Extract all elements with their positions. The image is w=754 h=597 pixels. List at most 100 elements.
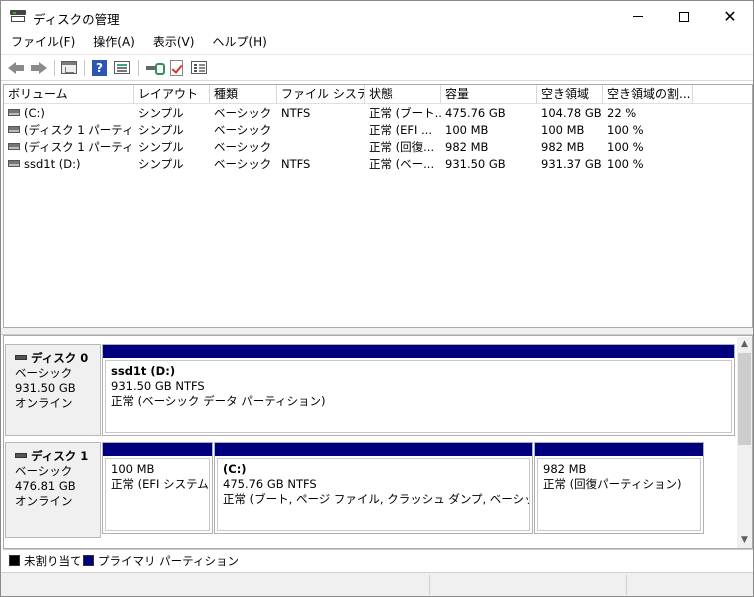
- cell-volume: (C:): [24, 106, 45, 120]
- close-button[interactable]: ✕: [707, 1, 753, 32]
- cell-layout: シンプル: [138, 157, 184, 171]
- partition-ssd1t-d[interactable]: ssd1t (D:) 931.50 GB NTFS 正常 (ベーシック データ …: [102, 344, 735, 436]
- column-header-type[interactable]: 種類: [210, 85, 277, 104]
- cell-filesystem: [277, 122, 365, 139]
- toolbar: ?: [1, 54, 753, 81]
- partition-recovery[interactable]: 982 MB 正常 (回復パーティション): [534, 442, 704, 534]
- column-header-free-space[interactable]: 空き領域: [537, 85, 603, 104]
- volume-list-header: ボリューム レイアウト 種類 ファイル システム 状態 容量 空き領域 空き領域…: [4, 85, 752, 104]
- console-tree-icon: [61, 61, 77, 74]
- show-console-tree-button[interactable]: [59, 59, 79, 77]
- cell-layout: シンプル: [138, 123, 184, 137]
- column-header-volume[interactable]: ボリューム: [4, 85, 134, 104]
- disk-view-scrollbar[interactable]: ▲ ▼: [737, 337, 752, 548]
- cell-filesystem: [277, 139, 365, 156]
- disk-0-label[interactable]: ディスク 0 ベーシック 931.50 GB オンライン: [5, 344, 101, 436]
- menu-help[interactable]: ヘルプ(H): [202, 32, 274, 53]
- disk-type: ベーシック: [15, 366, 73, 380]
- partition-status: 正常 (ブート, ページ ファイル, クラッシュ ダンプ, ベーシック データ …: [223, 492, 529, 506]
- partition-c[interactable]: (C:) 475.76 GB NTFS 正常 (ブート, ページ ファイル, ク…: [214, 442, 533, 534]
- disk-management-app-icon: [10, 10, 26, 23]
- disk-status: オンライン: [15, 494, 73, 508]
- partition-status: 正常 (回復パーティション): [543, 477, 682, 491]
- cell-capacity: 982 MB: [445, 140, 489, 154]
- partition-bar: [215, 443, 532, 456]
- cell-percent-free: 100 %: [607, 123, 644, 137]
- volume-icon: [8, 143, 20, 150]
- cell-volume: (ディスク 1 パーティシ...: [24, 140, 134, 154]
- back-button[interactable]: [7, 59, 27, 77]
- disk-name: ディスク 1: [31, 449, 89, 463]
- forward-button[interactable]: [29, 59, 49, 77]
- partition-size-fs: 475.76 GB NTFS: [223, 477, 317, 491]
- minimize-button[interactable]: [615, 1, 661, 32]
- legend-primary-partition: プライマリ パーティション: [83, 554, 239, 568]
- cell-type: ベーシック: [214, 106, 272, 120]
- legend-unallocated: 未割り当て: [9, 554, 82, 568]
- check-icon: [170, 60, 183, 76]
- maximize-icon: [679, 11, 689, 22]
- cell-type: ベーシック: [214, 157, 272, 171]
- disk-icon: [15, 452, 27, 458]
- cell-type: ベーシック: [214, 123, 272, 137]
- cell-free-space: 931.37 GB: [541, 157, 602, 171]
- scroll-thumb[interactable]: [738, 353, 751, 445]
- disk-graphical-view: ディスク 0 ベーシック 931.50 GB オンライン ssd1t (D:) …: [3, 335, 753, 549]
- maximize-button[interactable]: [661, 1, 707, 32]
- cell-free-space: 104.78 GB: [541, 106, 602, 120]
- volume-list: ボリューム レイアウト 種類 ファイル システム 状態 容量 空き領域 空き領域…: [3, 84, 753, 328]
- status-bar-divider: [626, 575, 627, 595]
- scroll-down-icon[interactable]: ▼: [737, 533, 752, 548]
- properties-button[interactable]: [189, 59, 209, 77]
- column-header-percent-free[interactable]: 空き領域の割...: [603, 85, 693, 104]
- disk-icon: [15, 354, 27, 360]
- help-button[interactable]: ?: [90, 59, 110, 77]
- table-row[interactable]: ssd1t (D:) シンプル ベーシック NTFS 正常 (ベー... 931…: [4, 156, 752, 173]
- menu-action[interactable]: 操作(A): [83, 32, 143, 53]
- menu-bar: ファイル(F) 操作(A) 表示(V) ヘルプ(H): [1, 32, 753, 53]
- disk-status: オンライン: [15, 396, 73, 410]
- volume-icon: [8, 160, 20, 167]
- column-header-status[interactable]: 状態: [365, 85, 441, 104]
- primary-partition-swatch: [83, 555, 94, 566]
- cell-percent-free: 22 %: [607, 106, 637, 120]
- table-row[interactable]: (ディスク 1 パーティシ... シンプル ベーシック 正常 (回復... 98…: [4, 139, 752, 156]
- partition-efi[interactable]: 100 MB 正常 (EFI システム パ: [102, 442, 213, 534]
- table-row[interactable]: (ディスク 1 パーティシ... シンプル ベーシック 正常 (EFI ... …: [4, 122, 752, 139]
- help-icon: ?: [92, 60, 107, 76]
- unallocated-swatch: [9, 555, 20, 566]
- cell-filesystem: NTFS: [281, 106, 311, 120]
- partition-name: (C:): [223, 462, 247, 476]
- cell-type: ベーシック: [214, 140, 272, 154]
- cell-layout: シンプル: [138, 106, 184, 120]
- cell-status: 正常 (EFI ...: [369, 123, 433, 137]
- table-row[interactable]: (C:) シンプル ベーシック NTFS 正常 (ブート... 475.76 G…: [4, 105, 752, 122]
- pane-splitter[interactable]: [1, 328, 753, 335]
- window-title: ディスクの管理: [33, 12, 120, 27]
- show-action-pane-button[interactable]: [112, 59, 132, 77]
- cell-layout: シンプル: [138, 140, 184, 154]
- menu-view[interactable]: 表示(V): [143, 32, 203, 53]
- partition-bar: [103, 345, 734, 358]
- title-bar: ディスクの管理 ✕: [1, 1, 753, 32]
- forward-arrow-icon: [31, 62, 47, 74]
- disk-1-label[interactable]: ディスク 1 ベーシック 476.81 GB オンライン: [5, 442, 101, 538]
- partition-status: 正常 (ベーシック データ パーティション): [111, 394, 326, 408]
- toolbar-separator: [84, 60, 85, 76]
- menu-file[interactable]: ファイル(F): [1, 32, 83, 53]
- connect-drive-button[interactable]: [144, 59, 165, 77]
- partition-bar: [535, 443, 703, 456]
- partition-size-fs: 982 MB: [543, 462, 587, 476]
- action-pane-icon: [114, 61, 130, 74]
- column-header-filesystem[interactable]: ファイル システム: [277, 85, 365, 104]
- check-button[interactable]: [167, 59, 187, 77]
- column-header-layout[interactable]: レイアウト: [134, 85, 210, 104]
- cell-percent-free: 100 %: [607, 140, 644, 154]
- cell-status: 正常 (ベー...: [369, 157, 435, 171]
- volume-icon: [8, 109, 20, 116]
- disk-name: ディスク 0: [31, 351, 89, 365]
- cell-capacity: 100 MB: [445, 123, 489, 137]
- scroll-up-icon[interactable]: ▲: [737, 337, 752, 352]
- column-header-capacity[interactable]: 容量: [441, 85, 537, 104]
- cell-volume: ssd1t (D:): [24, 157, 81, 171]
